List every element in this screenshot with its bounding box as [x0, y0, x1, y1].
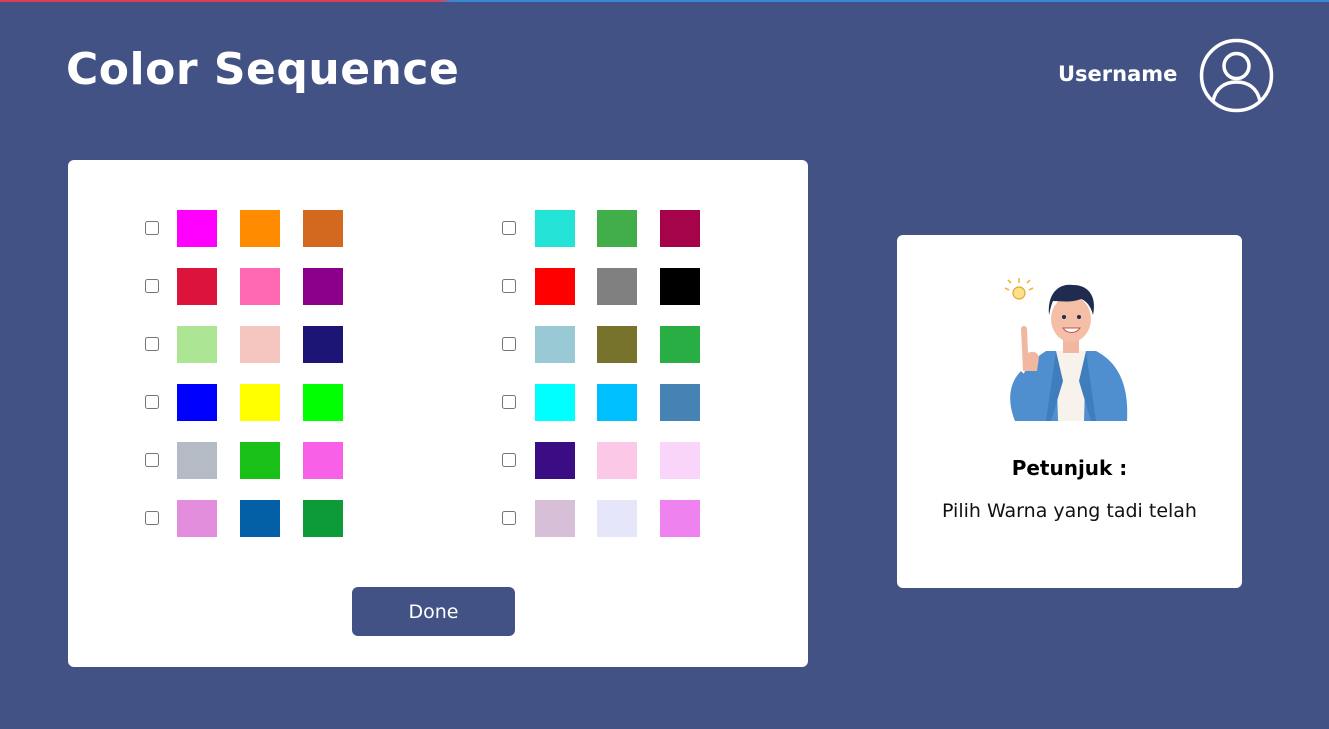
color-row-checkbox[interactable] — [145, 453, 159, 467]
color-swatch — [177, 210, 217, 247]
color-swatch — [535, 326, 575, 363]
color-swatch — [535, 500, 575, 537]
color-row-checkbox[interactable] — [145, 337, 159, 351]
color-swatch — [597, 442, 637, 479]
color-row-checkbox[interactable] — [145, 395, 159, 409]
done-button[interactable]: Done — [352, 587, 515, 636]
color-swatch — [535, 210, 575, 247]
color-swatch — [597, 384, 637, 421]
color-swatch — [535, 268, 575, 305]
color-row-checkbox[interactable] — [145, 511, 159, 525]
color-swatch — [303, 326, 343, 363]
color-swatch — [177, 442, 217, 479]
color-swatch — [177, 326, 217, 363]
color-swatch — [597, 500, 637, 537]
color-swatch — [303, 384, 343, 421]
color-row-checkbox[interactable] — [502, 279, 516, 293]
color-swatch — [660, 268, 700, 305]
color-swatch — [660, 326, 700, 363]
page-title: Color Sequence — [66, 44, 460, 95]
color-row-checkbox[interactable] — [502, 395, 516, 409]
color-swatch — [535, 442, 575, 479]
color-swatch — [240, 210, 280, 247]
color-row-checkbox[interactable] — [145, 279, 159, 293]
color-row-checkbox[interactable] — [502, 511, 516, 525]
color-swatch — [597, 268, 637, 305]
user-circle-icon[interactable] — [1199, 38, 1274, 113]
color-swatch — [660, 210, 700, 247]
hint-text: Pilih Warna yang tadi telah — [942, 500, 1197, 522]
color-swatch — [597, 210, 637, 247]
color-selection-panel: Done — [68, 160, 808, 667]
color-row-checkbox[interactable] — [145, 221, 159, 235]
hint-title: Petunjuk : — [1011, 456, 1128, 480]
color-swatch — [597, 326, 637, 363]
color-swatch — [660, 442, 700, 479]
color-row-checkbox[interactable] — [502, 221, 516, 235]
color-swatch — [240, 384, 280, 421]
hint-card: Petunjuk : Pilih Warna yang tadi telah — [897, 235, 1242, 588]
color-row-checkbox[interactable] — [502, 337, 516, 351]
color-row-checkbox[interactable] — [502, 453, 516, 467]
color-swatch — [177, 384, 217, 421]
top-accent-bar — [0, 0, 1329, 2]
color-swatch — [660, 384, 700, 421]
idea-person-illustration-icon — [1001, 271, 1141, 431]
color-swatch — [535, 384, 575, 421]
username-label[interactable]: Username — [1058, 62, 1177, 86]
color-swatch — [177, 500, 217, 537]
color-swatch — [240, 326, 280, 363]
color-swatch — [240, 268, 280, 305]
color-swatch — [177, 268, 217, 305]
color-swatch — [303, 210, 343, 247]
color-swatch — [240, 442, 280, 479]
color-swatch — [240, 500, 280, 537]
color-swatch — [303, 268, 343, 305]
color-swatch — [303, 442, 343, 479]
color-swatch — [303, 500, 343, 537]
color-swatch — [660, 500, 700, 537]
